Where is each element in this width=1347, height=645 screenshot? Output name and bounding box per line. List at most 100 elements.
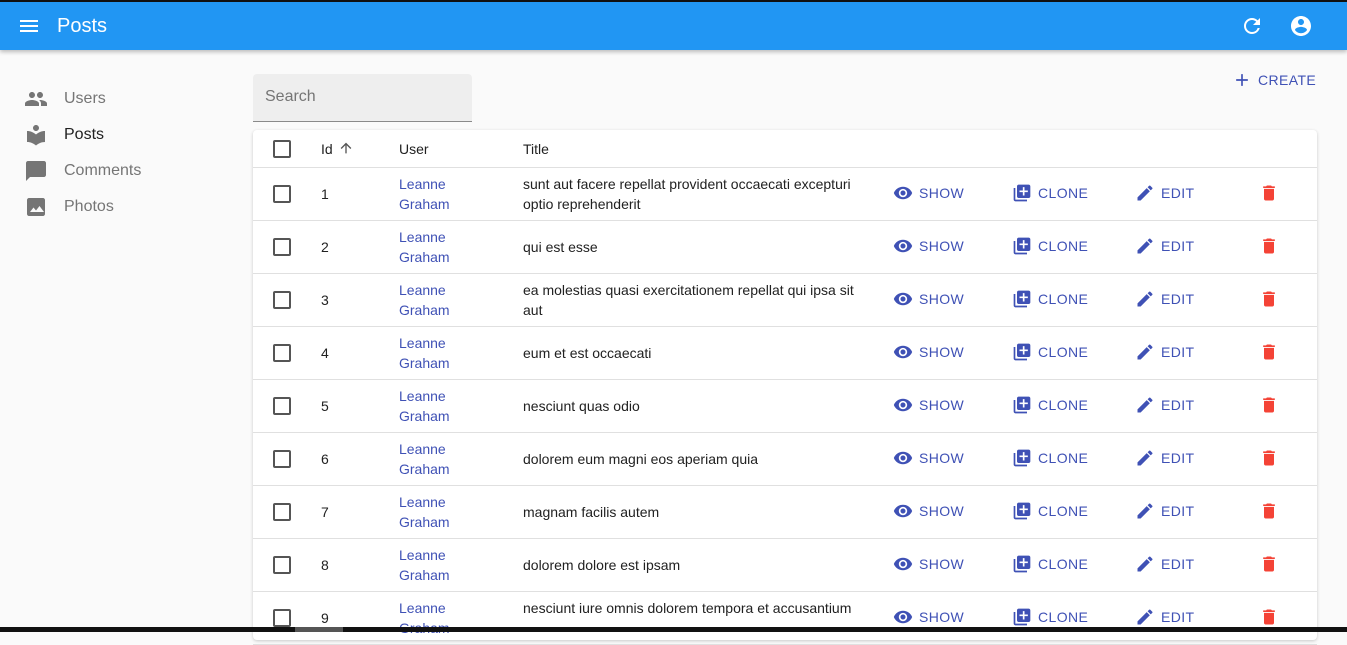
users-icon (25, 92, 47, 106)
sidebar-item-users[interactable]: Users (0, 81, 240, 117)
row-user-link[interactable]: Leanne Graham (399, 545, 489, 585)
pencil-icon (1137, 344, 1153, 360)
column-header-id[interactable]: Id (321, 141, 333, 157)
clone-button-label: CLONE (1038, 556, 1089, 572)
row-user-link[interactable]: Leanne Graham (399, 439, 489, 479)
pencil-icon (1137, 238, 1153, 254)
delete-button[interactable] (1259, 342, 1279, 364)
search-input[interactable] (265, 88, 455, 106)
table-row[interactable]: 6 Leanne Graham dolorem eum magni eos aper… (253, 433, 1317, 486)
row-id: 4 (321, 345, 329, 361)
table-row[interactable]: 7 Leanne Graham magnam facilis autem SHOW CL… (253, 486, 1317, 539)
row-id: 3 (321, 292, 329, 308)
row-title: nesciunt iure omnis dolorem tempora et a… (523, 600, 852, 616)
sort-ascending-icon[interactable] (338, 140, 354, 156)
trash-icon (1263, 238, 1275, 254)
row-checkbox[interactable] (273, 344, 291, 362)
edit-button-label: EDIT (1161, 238, 1195, 254)
table-row[interactable]: 8 Leanne Graham dolorem dolore est ipsam SH… (253, 539, 1317, 592)
pencil-icon (1137, 609, 1153, 625)
sidebar-item-posts[interactable]: Posts (0, 117, 240, 153)
photo-icon (27, 198, 45, 216)
row-checkbox[interactable] (273, 450, 291, 468)
table-row[interactable]: 1 Leanne Graham sunt aut facere repellat p… (253, 168, 1317, 221)
row-checkbox[interactable] (273, 238, 291, 256)
select-all-checkbox[interactable] (273, 140, 291, 158)
search-field[interactable] (253, 74, 472, 122)
posts-table: Id User Title 1 Leanne Graham sunt aut fac… (253, 130, 1317, 645)
row-id: 9 (321, 610, 329, 626)
row-title: eum et est occaecati (523, 345, 652, 361)
row-checkbox[interactable] (273, 556, 291, 574)
delete-button[interactable] (1259, 183, 1279, 205)
row-user-link[interactable]: Leanne Graham (399, 333, 489, 373)
delete-button[interactable] (1259, 607, 1279, 629)
edit-button-label: EDIT (1161, 397, 1195, 413)
delete-button[interactable] (1259, 501, 1279, 523)
delete-button[interactable] (1259, 289, 1279, 311)
horizontal-scrollbar[interactable] (0, 627, 1347, 632)
pencil-icon (1137, 556, 1153, 572)
row-id: 6 (321, 451, 329, 467)
table-row[interactable]: 9 Leanne Graham nesciunt iure omnis dolore… (253, 592, 1317, 645)
eye-icon (893, 345, 913, 359)
row-title: qui est esse (523, 239, 598, 255)
comment-icon (26, 161, 46, 181)
table-row[interactable]: 2 Leanne Graham qui est esse SHOW CLONE EDIT (253, 221, 1317, 274)
menu-icon[interactable] (17, 14, 41, 38)
row-checkbox[interactable] (273, 291, 291, 309)
row-user-link[interactable]: Leanne Graham (399, 280, 489, 320)
eye-icon (893, 239, 913, 253)
row-title: dolorem eum magni eos aperiam quia (523, 451, 759, 467)
refresh-icon[interactable] (1240, 14, 1264, 38)
clone-button-label: CLONE (1038, 185, 1089, 201)
pencil-icon (1137, 185, 1153, 201)
eye-icon (893, 398, 913, 412)
book-icon (27, 125, 45, 146)
show-button-label: SHOW (919, 556, 965, 572)
table-header: Id User Title (253, 130, 1317, 168)
table-row[interactable]: 4 Leanne Graham eum et est occaecati SHOW CL… (253, 327, 1317, 380)
show-button-label: SHOW (919, 344, 965, 360)
show-button-label: SHOW (919, 291, 965, 307)
column-header-title[interactable]: Title (523, 141, 549, 157)
show-button-label: SHOW (919, 450, 965, 466)
delete-button[interactable] (1259, 395, 1279, 417)
row-title: sunt aut facere repellat provident occae… (523, 176, 851, 212)
table-row[interactable]: 5 Leanne Graham nesciunt quas odio SHOW CLON… (253, 380, 1317, 433)
trash-icon (1263, 556, 1275, 572)
clone-button-label: CLONE (1038, 344, 1089, 360)
row-user-link[interactable]: Leanne Graham (399, 386, 489, 426)
row-checkbox[interactable] (273, 503, 291, 521)
eye-icon (893, 186, 913, 200)
scrollbar-thumb[interactable] (295, 627, 343, 632)
sidebar-item-photos[interactable]: Photos (0, 189, 240, 225)
delete-button[interactable] (1259, 554, 1279, 576)
clone-button-label: CLONE (1038, 503, 1089, 519)
app-bar: Posts (0, 2, 1347, 50)
show-button-label: SHOW (919, 397, 965, 413)
trash-icon (1263, 397, 1275, 413)
row-user-link[interactable]: Leanne Graham (399, 227, 489, 267)
column-header-user[interactable]: User (399, 141, 429, 157)
trash-icon (1263, 185, 1275, 201)
eye-icon (893, 557, 913, 571)
pencil-icon (1137, 450, 1153, 466)
delete-button[interactable] (1259, 236, 1279, 258)
show-button-label: SHOW (919, 238, 965, 254)
row-checkbox[interactable] (273, 609, 291, 627)
sidebar-item-comments[interactable]: Comments (0, 153, 240, 189)
delete-button[interactable] (1259, 448, 1279, 470)
row-checkbox[interactable] (273, 185, 291, 203)
account-circle-icon[interactable] (1289, 14, 1313, 38)
row-id: 5 (321, 398, 329, 414)
edit-button-label: EDIT (1161, 503, 1195, 519)
row-user-link[interactable]: Leanne Graham (399, 492, 489, 532)
table-row[interactable]: 3 Leanne Graham ea molestias quasi exercit… (253, 274, 1317, 327)
clone-icon (1013, 608, 1031, 626)
row-user-link[interactable]: Leanne Graham (399, 174, 489, 214)
row-checkbox[interactable] (273, 397, 291, 415)
row-user-link[interactable]: Leanne Graham (399, 598, 489, 638)
show-button-label: SHOW (919, 609, 965, 625)
clone-icon (1013, 502, 1031, 520)
